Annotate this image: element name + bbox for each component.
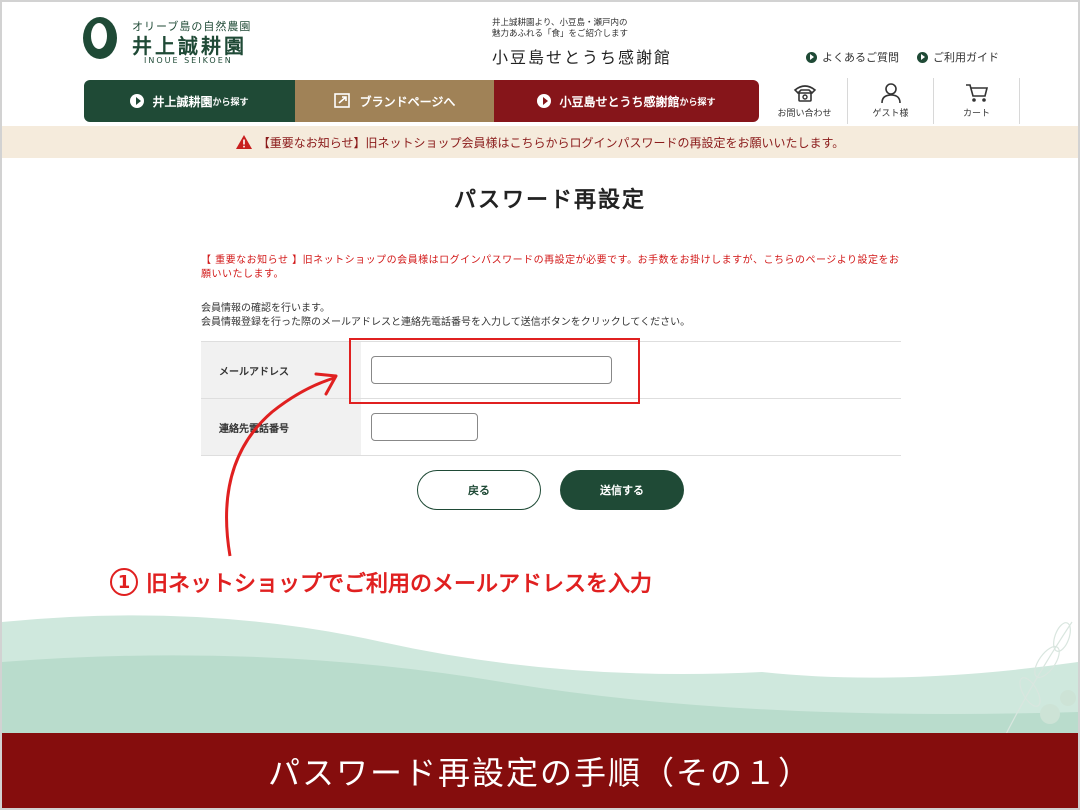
contact-button[interactable]: お問い合わせ bbox=[762, 78, 848, 124]
chevron-right-icon bbox=[537, 94, 552, 108]
chevron-right-icon bbox=[130, 94, 145, 108]
promo-line-2: 魅力あふれる「食」をご紹介します bbox=[492, 29, 629, 39]
email-field-highlight bbox=[349, 338, 640, 404]
promo-block[interactable]: 井上誠耕園より、小豆島・瀬戸内の 魅力あふれる「食」をご紹介します 小豆島せとう… bbox=[492, 18, 692, 68]
instructions-line-1: 会員情報の確認を行います。 bbox=[201, 303, 330, 314]
chevron-right-icon bbox=[806, 51, 817, 63]
step-title: パスワード再設定の手順（その１） bbox=[267, 753, 812, 792]
logo-name: 井上誠耕園 bbox=[132, 34, 247, 58]
contact-label: お問い合わせ bbox=[777, 109, 832, 119]
instructions: 会員情報の確認を行います。 会員情報登録を行った際のメールアドレスと連絡先電話番… bbox=[201, 302, 901, 330]
background-wave-decoration bbox=[2, 615, 1078, 742]
nav-brand-button[interactable]: ブランドページへ bbox=[295, 80, 494, 122]
guest-button[interactable]: ゲスト様 bbox=[848, 78, 934, 124]
external-link-icon bbox=[333, 93, 350, 108]
olive-logo-icon bbox=[83, 17, 117, 59]
promo-line-1: 井上誠耕園より、小豆島・瀬戸内の bbox=[492, 18, 628, 28]
send-button[interactable]: 送信する bbox=[560, 470, 684, 510]
site-logo[interactable]: オリーブ島の自然農園 井上誠耕園 INOUE SEIKOEN bbox=[82, 16, 282, 68]
warning-icon bbox=[235, 135, 252, 149]
cart-button[interactable]: カート bbox=[934, 78, 1020, 124]
annotation-caption: 1 旧ネットショップでご利用のメールアドレスを入力 bbox=[110, 566, 652, 598]
notice-bar[interactable]: 【重要なお知らせ】旧ネットショップ会員様はこちらからログインパスワードの再設定を… bbox=[2, 126, 1078, 158]
page-title: パスワード再設定 bbox=[453, 188, 646, 213]
tel-field[interactable] bbox=[371, 413, 478, 441]
screenshot-frame: オリーブ島の自然農園 井上誠耕園 INOUE SEIKOEN 井上誠耕園より、小… bbox=[0, 0, 1080, 810]
back-button[interactable]: 戻る bbox=[417, 470, 541, 510]
utility-icons: お問い合わせ ゲスト様 カート bbox=[762, 78, 1020, 124]
instructions-line-2: 会員情報登録を行った際のメールアドレスと連絡先電話番号を入力して送信ボタンをクリ… bbox=[201, 317, 691, 328]
cart-icon bbox=[965, 84, 988, 102]
chevron-right-icon bbox=[917, 51, 928, 63]
top-links: よくあるご質問 ご利用ガイド bbox=[806, 49, 1017, 65]
step-title-banner: パスワード再設定の手順（その１） bbox=[2, 733, 1078, 808]
annotation-arrow-icon bbox=[225, 372, 338, 557]
nav-setouchi-label: 小豆島せとうち感謝館 bbox=[559, 94, 680, 109]
nav-brand-label: ブランドページへ bbox=[359, 94, 456, 109]
faq-link[interactable]: よくあるご質問 bbox=[806, 49, 899, 65]
step-number-badge: 1 bbox=[110, 568, 138, 596]
important-notice-text: 【 重要なお知らせ 】旧ネットショップの会員様はログインパスワードの再設定が必要… bbox=[201, 255, 900, 280]
nav-setouchi-button[interactable]: 小豆島せとうち感謝館 から探す bbox=[494, 80, 759, 122]
nav-inoue-suffix: から探す bbox=[212, 97, 249, 108]
nav-inoue-label: 井上誠耕園 bbox=[152, 94, 213, 109]
cart-label: カート bbox=[962, 109, 990, 119]
promo-title: 小豆島せとうち感謝館 bbox=[492, 48, 673, 67]
guest-label: ゲスト様 bbox=[872, 109, 909, 119]
notice-text: 【重要なお知らせ】旧ネットショップ会員様はこちらからログインパスワードの再設定を… bbox=[257, 135, 845, 150]
nav-inoue-button[interactable]: 井上誠耕園 から探す bbox=[84, 80, 295, 122]
guide-link-label: ご利用ガイド bbox=[933, 51, 999, 64]
user-icon bbox=[880, 83, 901, 103]
phone-icon bbox=[793, 85, 816, 102]
main-nav: 井上誠耕園 から探す ブランドページへ 小豆島せとうち感謝館 から探す bbox=[84, 80, 759, 122]
annotation-text: 旧ネットショップでご利用のメールアドレスを入力 bbox=[146, 572, 653, 597]
tel-cell bbox=[361, 399, 901, 455]
faq-link-label: よくあるご質問 bbox=[822, 51, 899, 64]
guide-link[interactable]: ご利用ガイド bbox=[917, 49, 999, 65]
nav-setouchi-suffix: から探す bbox=[679, 97, 716, 108]
logo-roman: INOUE SEIKOEN bbox=[144, 56, 233, 65]
